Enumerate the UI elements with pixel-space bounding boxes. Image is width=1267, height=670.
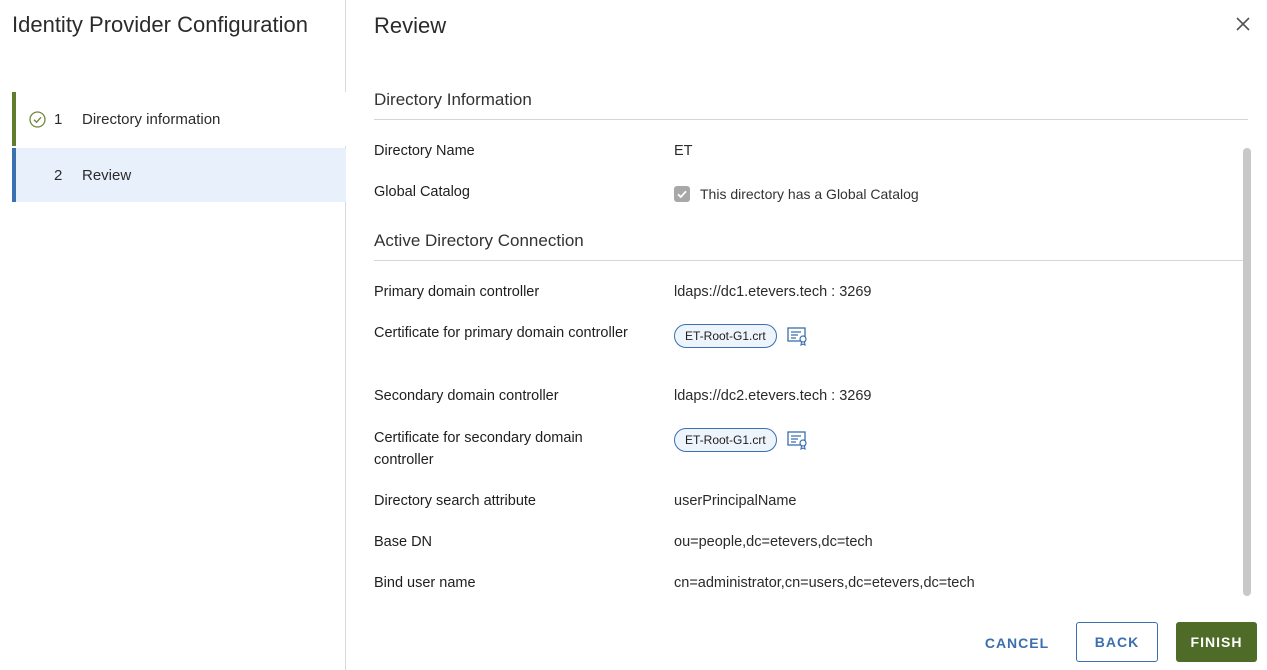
row-value-global-catalog: This directory has a Global Catalog (674, 183, 919, 205)
wizard-step-review[interactable]: 2 Review (12, 148, 346, 202)
wizard-step-directory-information[interactable]: 1 Directory information (12, 92, 346, 146)
cancel-button[interactable]: CANCEL (975, 623, 1059, 663)
check-circle-icon (28, 110, 46, 128)
row-label-secondary-dc: Secondary domain controller (374, 388, 559, 404)
row-label-search-attribute: Directory search attribute (374, 493, 536, 509)
close-button[interactable] (1231, 14, 1255, 38)
row-value-secondary-dc: ldaps://dc2.etevers.tech : 3269 (674, 388, 872, 404)
page-title: Review (374, 13, 447, 38)
section-heading-directory-information: Directory Information (374, 90, 1248, 120)
row-value-base-dn: ou=people,dc=etevers,dc=tech (674, 534, 873, 550)
row-label-bind-user: Bind user name (374, 575, 476, 591)
review-panel: Review Directory Information Directory N… (347, 0, 1267, 670)
certificate-pill[interactable]: ET-Root-G1.crt (674, 324, 777, 348)
checkbox-checked-icon (674, 186, 690, 202)
scrollbar[interactable] (1243, 148, 1251, 596)
step-label: Directory information (82, 110, 221, 128)
row-value-bind-user: cn=administrator,cn=users,dc=etevers,dc=… (674, 575, 975, 591)
row-value-search-attribute: userPrincipalName (674, 493, 797, 509)
step-number: 2 (54, 166, 63, 184)
row-label-primary-dc: Primary domain controller (374, 284, 540, 300)
section-heading-active-directory-connection: Active Directory Connection (374, 231, 1248, 261)
certificate-icon[interactable] (787, 326, 809, 346)
certificate-pill[interactable]: ET-Root-G1.crt (674, 428, 777, 452)
wizard-nav: Identity Provider Configuration 1 Direct… (0, 0, 346, 670)
finish-button[interactable]: FINISH (1176, 622, 1257, 662)
back-button[interactable]: BACK (1076, 622, 1158, 662)
close-icon (1235, 16, 1251, 37)
wizard-title: Identity Provider Configuration (12, 12, 308, 37)
row-value-primary-cert: ET-Root-G1.crt (674, 324, 809, 348)
row-value-secondary-cert: ET-Root-G1.crt (674, 428, 809, 452)
row-label-global-catalog: Global Catalog (374, 184, 470, 200)
row-value-directory-name: ET (674, 143, 693, 159)
row-label-primary-cert: Certificate for primary domain controlle… (374, 325, 628, 341)
row-label-directory-name: Directory Name (374, 143, 475, 159)
certificate-icon[interactable] (787, 430, 809, 450)
global-catalog-text: This directory has a Global Catalog (700, 186, 919, 202)
row-label-base-dn: Base DN (374, 534, 433, 550)
step-label: Review (82, 166, 132, 184)
step-number: 1 (54, 110, 63, 128)
row-value-primary-dc: ldaps://dc1.etevers.tech : 3269 (674, 284, 872, 300)
row-label-secondary-cert: Certificate for secondary domain control… (374, 430, 583, 468)
